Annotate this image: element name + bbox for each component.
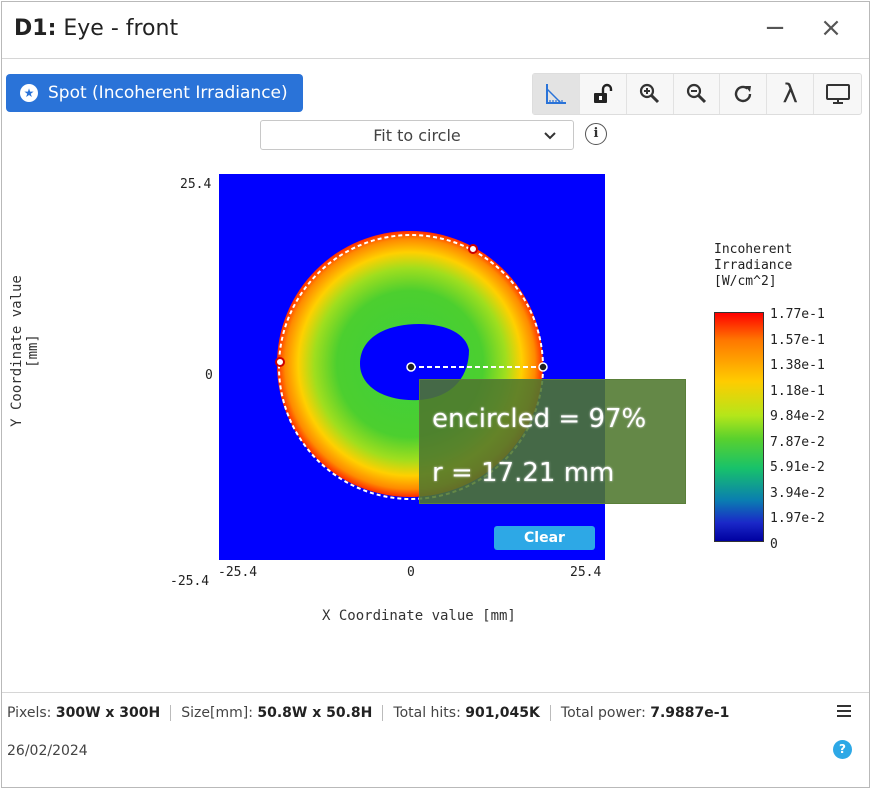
zoom-in-icon bbox=[639, 83, 659, 104]
stat-label: Pixels: bbox=[7, 705, 52, 721]
colorbar-title-line: Incoherent bbox=[714, 242, 793, 257]
stat-value: 901,045K bbox=[465, 705, 540, 721]
colorbar-tick-label: 1.97e-2 bbox=[770, 511, 825, 526]
y-axis-label: Y Coordinate value [mm] bbox=[9, 275, 41, 427]
help-icon[interactable]: ? bbox=[833, 740, 852, 759]
info-glyph: i bbox=[593, 126, 599, 141]
help-glyph: ? bbox=[839, 742, 846, 756]
zoom-out-icon bbox=[686, 83, 706, 104]
stat-value: 7.9887e-1 bbox=[650, 705, 730, 721]
colorbar-tick-label: 5.91e-2 bbox=[770, 460, 825, 475]
title-divider bbox=[2, 58, 869, 59]
chevron-down-icon bbox=[544, 132, 556, 140]
x-axis-label: X Coordinate value [mm] bbox=[322, 608, 516, 624]
spot-mode-button[interactable]: ★ Spot (Incoherent Irradiance) bbox=[6, 74, 303, 112]
zoom-in-button[interactable] bbox=[627, 74, 674, 114]
stat-total-hits: Total hits: 901,045K bbox=[393, 705, 551, 721]
colorbar-tick-label: 1.57e-1 bbox=[770, 332, 825, 348]
x-tick-middle: 0 bbox=[407, 565, 415, 580]
fit-point-left[interactable] bbox=[275, 357, 285, 367]
plot-toolbar: λ bbox=[532, 73, 862, 115]
encircled-result-panel: encircled = 97% r = 17.21 mm bbox=[419, 379, 686, 504]
date-label: 26/02/2024 bbox=[7, 743, 88, 759]
axes-icon bbox=[545, 84, 566, 104]
y-tick-top: 25.4 bbox=[180, 177, 212, 192]
stat-value: 50.8W x 50.8H bbox=[257, 705, 373, 721]
stat-label: Size[mm]: bbox=[181, 705, 253, 721]
display-button[interactable] bbox=[814, 74, 861, 114]
refresh-button[interactable] bbox=[720, 74, 768, 114]
wavelength-button[interactable]: λ bbox=[767, 74, 815, 114]
stat-label: Total power: bbox=[560, 705, 646, 721]
close-icon: × bbox=[820, 13, 842, 43]
x-tick-right: 25.4 bbox=[570, 565, 602, 580]
detector-id: D1: bbox=[14, 16, 57, 41]
colorbar-tick-label: 1.77e-1 bbox=[770, 307, 825, 322]
stat-pixels: Pixels: 300W x 300H bbox=[7, 705, 172, 721]
close-button[interactable]: × bbox=[814, 12, 848, 46]
fit-mode-value: Fit to circle bbox=[373, 125, 461, 145]
colorbar-tick-label: 3.94e-2 bbox=[770, 485, 825, 501]
info-icon[interactable]: i bbox=[585, 123, 607, 145]
footer-divider bbox=[2, 692, 869, 693]
colorbar-tick-label: 1.38e-1 bbox=[770, 358, 825, 373]
minimize-icon: − bbox=[764, 13, 786, 43]
stat-value: 300W x 300H bbox=[55, 705, 161, 721]
stat-size: Size[mm]: 50.8W x 50.8H bbox=[181, 705, 384, 721]
stat-total-power: Total power: 7.9887e-1 bbox=[561, 705, 739, 721]
colorbar-gradient bbox=[714, 312, 764, 542]
hamburger-icon bbox=[837, 705, 851, 717]
title-bar: D1: Eye - front − × bbox=[2, 2, 869, 58]
stat-label: Total hits: bbox=[393, 705, 461, 721]
axes-button[interactable] bbox=[533, 74, 580, 114]
colorbar-title-line: Irradiance bbox=[714, 258, 793, 273]
colorbar-tick-label: 0 bbox=[770, 536, 778, 552]
x-tick-left: -25.4 bbox=[218, 565, 258, 580]
detector-window: D1: Eye - front − × ★ Spot (Incoherent I… bbox=[1, 1, 870, 788]
fit-mode-select[interactable]: Fit to circle bbox=[260, 120, 574, 150]
stats-bar: Pixels: 300W x 300H Size[mm]: 50.8W x 50… bbox=[7, 705, 749, 721]
monitor-icon bbox=[825, 84, 850, 104]
lambda-icon: λ bbox=[782, 79, 798, 109]
unlock-icon bbox=[593, 83, 612, 103]
star-circle-icon: ★ bbox=[20, 84, 38, 102]
unlock-button[interactable] bbox=[580, 74, 627, 114]
menu-button[interactable] bbox=[835, 703, 853, 719]
zoom-out-button[interactable] bbox=[674, 74, 721, 114]
colorbar-tick-label: 1.18e-1 bbox=[770, 383, 825, 399]
colorbar-title-line: [W/cm^2] bbox=[714, 274, 777, 289]
window-title: D1: Eye - front bbox=[14, 16, 178, 41]
colorbar-title: Incoherent Irradiance [W/cm^2] bbox=[714, 242, 792, 290]
encircled-value: encircled = 97% bbox=[432, 404, 647, 434]
y-tick-middle: 0 bbox=[205, 368, 213, 383]
radius-value: r = 17.21 mm bbox=[432, 458, 615, 488]
refresh-icon bbox=[735, 85, 752, 103]
y-tick-bottom: -25.4 bbox=[170, 574, 210, 589]
fit-point-top[interactable] bbox=[468, 244, 478, 254]
colorbar-tick-label: 9.84e-2 bbox=[770, 409, 825, 424]
minimize-button[interactable]: − bbox=[758, 12, 792, 46]
detector-name: Eye - front bbox=[63, 16, 179, 41]
spot-mode-label: Spot (Incoherent Irradiance) bbox=[48, 83, 288, 103]
center-marker[interactable] bbox=[406, 362, 416, 372]
colorbar-tick-label: 7.87e-2 bbox=[770, 434, 825, 450]
radius-handle[interactable] bbox=[538, 362, 548, 372]
clear-button[interactable]: Clear bbox=[494, 526, 595, 550]
